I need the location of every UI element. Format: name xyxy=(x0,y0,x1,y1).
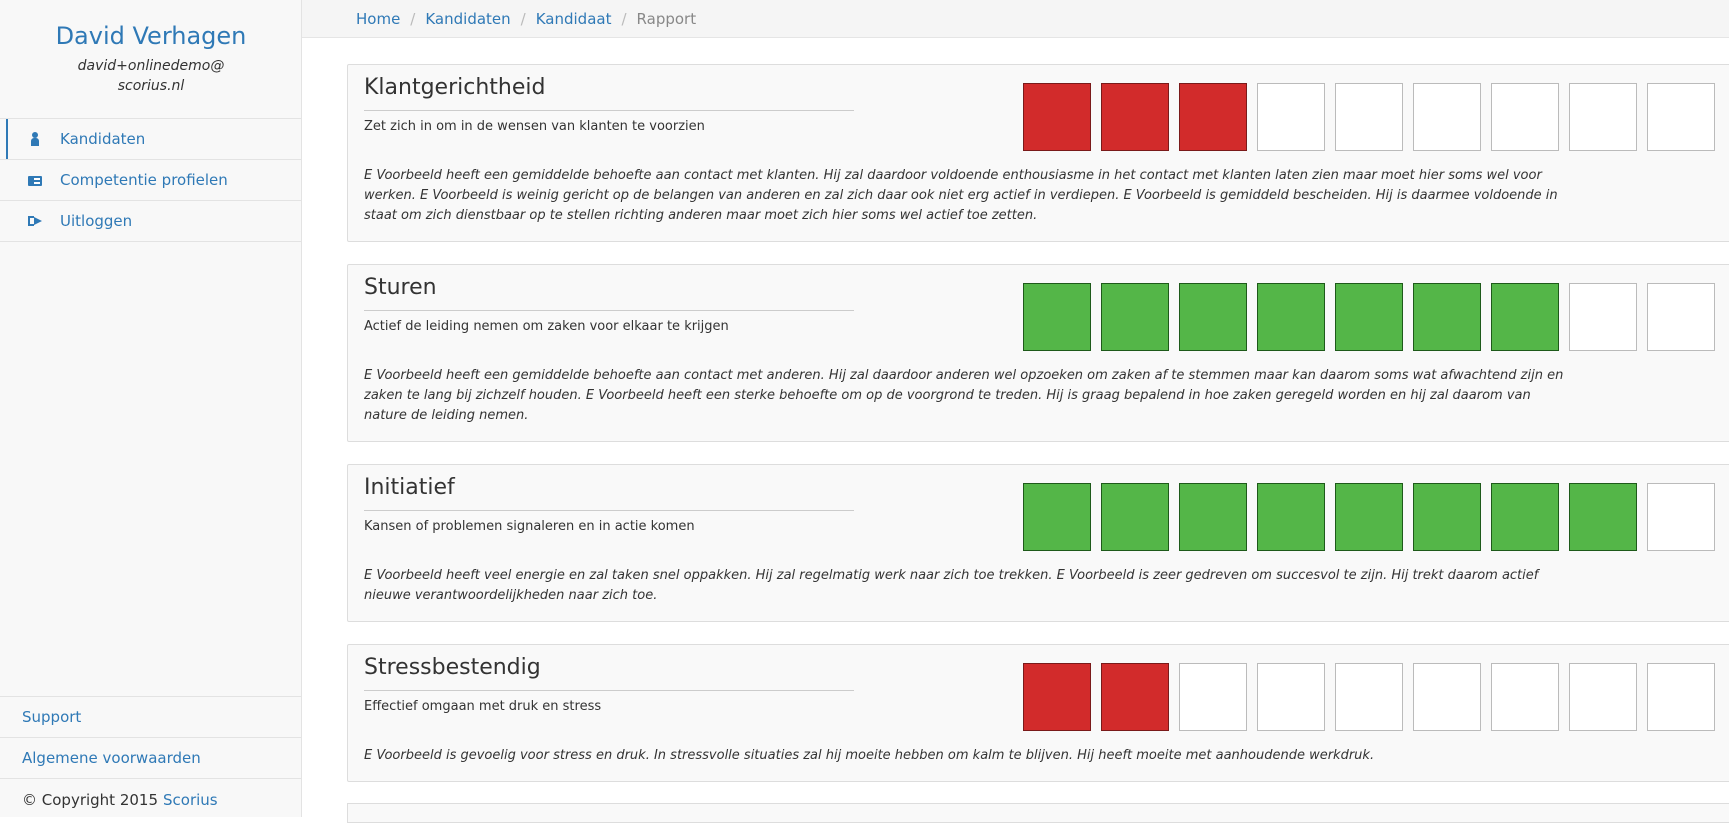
score-box-empty xyxy=(1257,663,1325,731)
person-icon xyxy=(28,132,42,146)
sidebar-item-label: Kandidaten xyxy=(60,130,146,148)
competency-panel-partial xyxy=(347,803,1729,823)
score-box-empty xyxy=(1569,83,1637,151)
title-divider xyxy=(364,510,854,511)
breadcrumb: Home / Kandidaten / Kandidaat / Rapport xyxy=(302,0,1729,38)
competency-description: E Voorbeeld heeft een gemiddelde behoeft… xyxy=(364,368,1564,423)
sidebar-item-uitloggen[interactable]: Uitloggen xyxy=(0,201,302,242)
user-email: david+onlinedemo@ scorius.nl xyxy=(0,56,302,96)
competency-panel-klantgerichtheid: Klantgerichtheid Zet zich in om in de we… xyxy=(347,64,1729,242)
score-box-empty xyxy=(1647,663,1715,731)
breadcrumb-current: Rapport xyxy=(636,9,697,28)
score-box-empty xyxy=(1491,663,1559,731)
competency-subtitle: Kansen of problemen signaleren en in act… xyxy=(364,519,695,534)
score-box-filled xyxy=(1023,83,1091,151)
score-box-filled xyxy=(1101,283,1169,351)
competency-title: Initiatief xyxy=(364,475,455,500)
score-box-filled xyxy=(1413,283,1481,351)
competency-panel-sturen: Sturen Actief de leiding nemen om zaken … xyxy=(347,264,1729,442)
competency-subtitle: Actief de leiding nemen om zaken voor el… xyxy=(364,319,729,334)
logout-icon xyxy=(28,214,42,228)
score-box-empty xyxy=(1335,663,1403,731)
sidebar: David Verhagen david+onlinedemo@ scorius… xyxy=(0,0,302,817)
score-box-empty xyxy=(1569,283,1637,351)
score-box-empty xyxy=(1569,663,1637,731)
score-box-filled xyxy=(1023,663,1091,731)
title-divider xyxy=(364,110,854,111)
score-box-filled xyxy=(1491,283,1559,351)
score-box-filled xyxy=(1101,663,1169,731)
copyright: © Copyright 2015 Scorius xyxy=(0,779,302,820)
title-divider xyxy=(364,690,854,691)
competency-description: E Voorbeeld is gevoelig voor stress en d… xyxy=(364,748,1375,763)
score-box-filled xyxy=(1335,283,1403,351)
user-email-line1: david+onlinedemo@ xyxy=(77,58,225,74)
competency-title: Sturen xyxy=(364,275,437,300)
competency-description: E Voorbeeld heeft veel energie en zal ta… xyxy=(364,568,1539,603)
breadcrumb-home[interactable]: Home xyxy=(356,10,400,28)
competency-title: Klantgerichtheid xyxy=(364,75,546,100)
breadcrumb-separator: / xyxy=(410,9,416,28)
sidebar-footer: Support Algemene voorwaarden © Copyright… xyxy=(0,696,302,820)
score-box-filled xyxy=(1179,483,1247,551)
score-box-empty xyxy=(1413,663,1481,731)
support-link[interactable]: Support xyxy=(0,697,302,738)
sidebar-item-kandidaten[interactable]: Kandidaten xyxy=(0,119,302,160)
sidebar-nav: Kandidaten Competentie profielen Uitlogg… xyxy=(0,118,302,242)
score-box-empty xyxy=(1335,83,1403,151)
score-box-filled xyxy=(1335,483,1403,551)
score-box-filled xyxy=(1569,483,1637,551)
score-box-empty xyxy=(1647,483,1715,551)
user-email-line2: scorius.nl xyxy=(117,78,185,94)
sidebar-item-label: Competentie profielen xyxy=(60,171,228,189)
copyright-text: © Copyright 2015 xyxy=(22,790,159,809)
sidebar-item-competentie-profielen[interactable]: Competentie profielen xyxy=(0,160,302,201)
scorius-link[interactable]: Scorius xyxy=(163,791,218,809)
title-divider xyxy=(364,310,854,311)
score-box-empty xyxy=(1413,83,1481,151)
score-box-filled xyxy=(1101,483,1169,551)
score-box-filled xyxy=(1023,283,1091,351)
card-icon xyxy=(28,176,42,186)
score-box-filled xyxy=(1491,483,1559,551)
score-box-empty xyxy=(1179,663,1247,731)
score-box-filled xyxy=(1179,283,1247,351)
user-name: David Verhagen xyxy=(55,22,247,50)
competency-description: E Voorbeeld heeft een gemiddelde behoeft… xyxy=(364,168,1558,223)
score-box-filled xyxy=(1413,483,1481,551)
score-box-empty xyxy=(1647,283,1715,351)
score-box-filled xyxy=(1179,83,1247,151)
sidebar-item-label: Uitloggen xyxy=(60,212,133,230)
score-box-filled xyxy=(1257,283,1325,351)
score-box-filled xyxy=(1257,483,1325,551)
breadcrumb-kandidaten[interactable]: Kandidaten xyxy=(425,10,510,28)
competency-subtitle: Zet zich in om in de wensen van klanten … xyxy=(364,119,705,134)
competency-subtitle: Effectief omgaan met druk en stress xyxy=(364,699,602,714)
breadcrumb-separator: / xyxy=(520,9,526,28)
score-box-filled xyxy=(1023,483,1091,551)
terms-link[interactable]: Algemene voorwaarden xyxy=(0,738,302,779)
score-box-empty xyxy=(1647,83,1715,151)
competency-panel-initiatief: Initiatief Kansen of problemen signalere… xyxy=(347,464,1729,622)
breadcrumb-kandidaat[interactable]: Kandidaat xyxy=(536,10,612,28)
competency-title: Stressbestendig xyxy=(364,655,541,680)
competency-panel-stressbestendig: Stressbestendig Effectief omgaan met dru… xyxy=(347,644,1729,782)
score-box-empty xyxy=(1491,83,1559,151)
breadcrumb-separator: / xyxy=(621,9,627,28)
score-box-filled xyxy=(1101,83,1169,151)
score-box-empty xyxy=(1257,83,1325,151)
